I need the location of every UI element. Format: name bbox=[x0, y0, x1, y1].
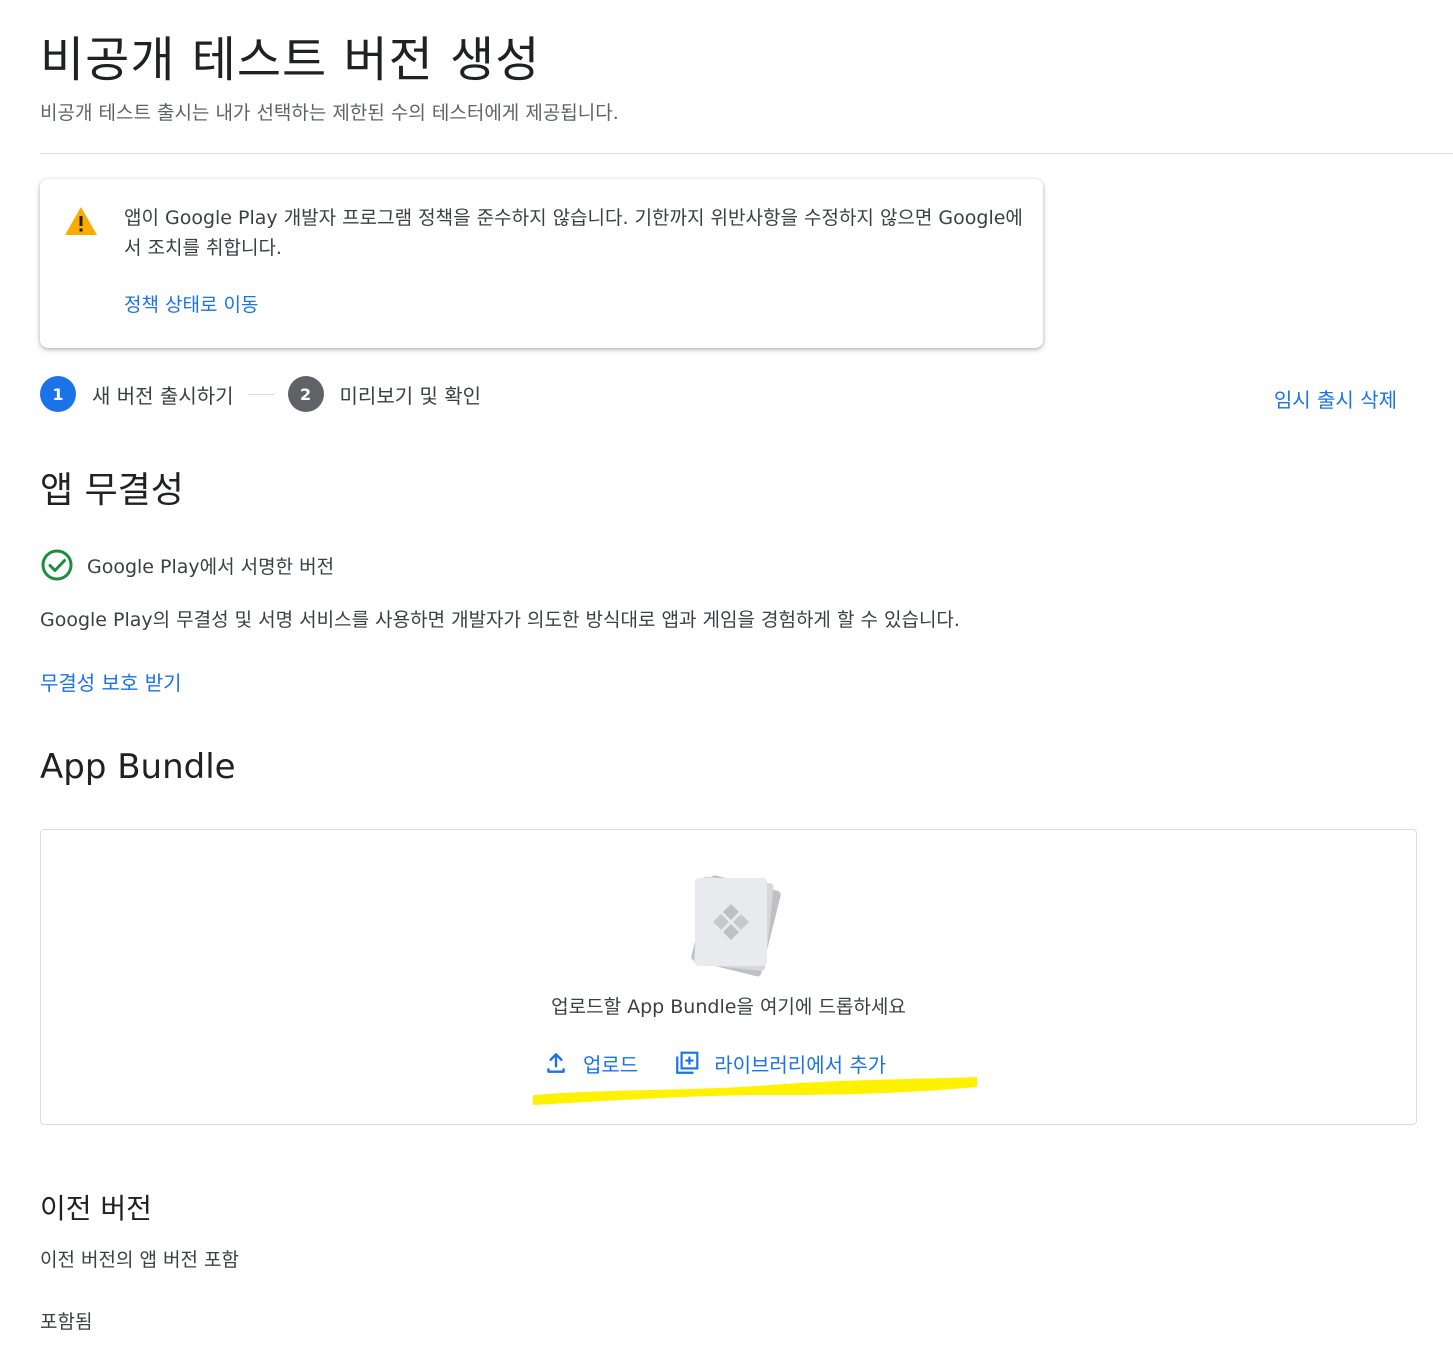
step-2-indicator[interactable]: 2 bbox=[287, 376, 324, 412]
step-1-label[interactable]: 새 버전 출시하기 bbox=[92, 380, 234, 409]
policy-warning-card: 앱이 Google Play 개발자 프로그램 정책을 준수하지 않습니다. 기… bbox=[40, 179, 1043, 348]
integrity-description: Google Play의 무결성 및 서명 서비스를 사용하면 개발자가 의도한… bbox=[40, 609, 960, 631]
go-to-policy-status-link[interactable]: 정책 상태로 이동 bbox=[124, 290, 258, 317]
app-bundle-heading: App Bundle bbox=[40, 747, 236, 787]
get-integrity-protection-link[interactable]: 무결성 보호 받기 bbox=[40, 667, 182, 696]
signed-by-google-row: Google Play에서 서명한 버전 bbox=[40, 548, 334, 582]
signed-by-google-label: Google Play에서 서명한 버전 bbox=[87, 555, 335, 578]
warning-icon bbox=[65, 207, 97, 235]
discard-draft-release-button[interactable]: 임시 출시 삭제 bbox=[1274, 384, 1397, 413]
app-bundle-illustration-icon bbox=[691, 875, 781, 977]
header-divider bbox=[40, 153, 1453, 154]
previous-versions-heading: 이전 버전 bbox=[40, 1192, 152, 1225]
step-1-indicator[interactable]: 1 bbox=[40, 376, 76, 412]
page-subtitle: 비공개 테스트 출시는 내가 선택하는 제한된 수의 테스터에게 제공됩니다. bbox=[40, 102, 619, 124]
yellow-highlight-annotation bbox=[533, 1077, 977, 1105]
previous-versions-description: 이전 버전의 앱 버전 포함 bbox=[40, 1249, 239, 1271]
app-integrity-heading: 앱 무결성 bbox=[40, 470, 184, 511]
page-title: 비공개 테스트 버전 생성 bbox=[40, 32, 541, 88]
check-circle-icon bbox=[41, 549, 73, 581]
create-closed-test-release-page: 비공개 테스트 버전 생성 비공개 테스트 출시는 내가 선택하는 제한된 수의… bbox=[0, 0, 1453, 1360]
policy-warning-message: 앱이 Google Play 개발자 프로그램 정책을 준수하지 않습니다. 기… bbox=[124, 207, 1023, 259]
release-stepper: 1 새 버전 출시하기 2 미리보기 및 확인 bbox=[40, 376, 481, 412]
step-2-label[interactable]: 미리보기 및 확인 bbox=[340, 380, 482, 409]
drop-zone-hint: 업로드할 App Bundle을 여기에 드롭하세요 bbox=[551, 996, 906, 1018]
step-connector bbox=[247, 393, 274, 395]
previous-versions-value: 포함됨 bbox=[40, 1311, 93, 1333]
app-bundle-drop-zone[interactable]: 업로드할 App Bundle을 여기에 드롭하세요 업로드 라이브러리에서 추… bbox=[40, 829, 1417, 1125]
